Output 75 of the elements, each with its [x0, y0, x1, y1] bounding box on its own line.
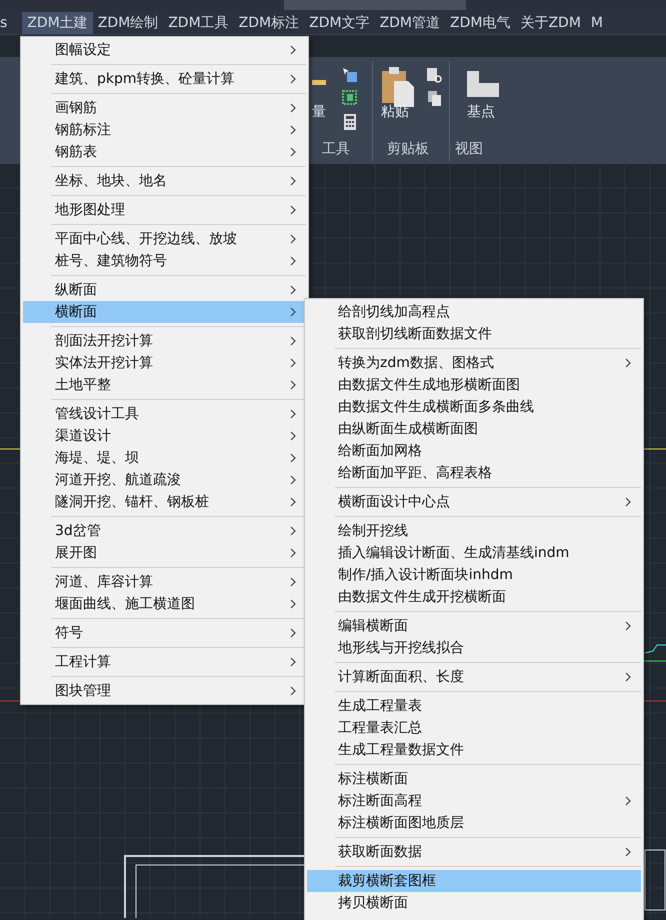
menu-item[interactable]: 编辑横断面: [307, 615, 641, 637]
menu-item[interactable]: 标注横断面: [307, 768, 641, 790]
menu-item[interactable]: 3d岔管: [23, 520, 306, 542]
menu-bar-item[interactable]: ZDM电气: [445, 12, 516, 34]
menu-item[interactable]: 由纵断面生成横断面图: [307, 418, 641, 440]
tool-label[interactable]: 基点: [467, 103, 495, 121]
menu-item[interactable]: 图块管理: [23, 680, 306, 702]
menu-item[interactable]: 生成工程量数据文件: [307, 739, 641, 761]
menu-item[interactable]: 钢筋标注: [23, 119, 306, 141]
menu-item[interactable]: 计算断面面积、长度: [307, 666, 641, 688]
cut-icon[interactable]: [426, 67, 442, 83]
calculator-icon[interactable]: [344, 114, 356, 130]
base-point-icon[interactable]: [467, 71, 499, 97]
menu-item[interactable]: 给断面加网格: [307, 440, 641, 462]
menu-item[interactable]: 桩号、建筑物符号: [23, 250, 306, 272]
menu-item[interactable]: 隧洞开挖、锚杆、钢板桩: [23, 491, 306, 513]
menu-item[interactable]: 地形线与开挖线拟合: [307, 637, 641, 659]
menu-item[interactable]: 横断面设计中心点: [307, 491, 641, 513]
menu-bar-item[interactable]: ZDM土建: [22, 12, 93, 34]
menu-item[interactable]: 制作/插入设计断面块inhdm: [307, 564, 641, 586]
menu-item[interactable]: 裁剪横断套图框: [307, 870, 641, 892]
search-field[interactable]: [284, 0, 466, 10]
menu-item[interactable]: 给断面加平距、高程表格: [307, 462, 641, 484]
menu-item[interactable]: 工程计算: [23, 651, 306, 673]
menu-item[interactable]: 管线设计工具: [23, 403, 306, 425]
grid-select-icon[interactable]: [342, 90, 358, 106]
tool-label[interactable]: 量: [312, 103, 326, 121]
menu-bar-item[interactable]: ZDM绘制: [92, 12, 164, 34]
copy-icon[interactable]: [428, 91, 442, 107]
menu-item[interactable]: 纵断面: [23, 279, 306, 301]
tool-label[interactable]: 粘贴: [381, 103, 409, 121]
menu-item[interactable]: 横断面: [23, 301, 306, 323]
menu-item[interactable]: 画钢筋: [23, 97, 306, 119]
menu-item[interactable]: 平面中心线、开挖边线、放坡: [23, 228, 306, 250]
menu-item[interactable]: 拷贝横断面: [307, 892, 641, 914]
menu-bar-item[interactable]: ZDM工具: [163, 12, 234, 34]
menu-item[interactable]: 钢筋表: [23, 141, 306, 163]
menu-bar-item[interactable]: ZDM管道: [374, 12, 446, 34]
menu-bar-item[interactable]: 关于ZDM: [515, 12, 586, 34]
ruler-icon[interactable]: [312, 78, 326, 86]
menu-item[interactable]: 生成工程量表: [307, 695, 641, 717]
menu-item[interactable]: 符号: [23, 622, 306, 644]
menu-item[interactable]: 实体法开挖计算: [23, 352, 306, 374]
menu-item[interactable]: 由数据文件生成地形横断面图: [307, 374, 641, 396]
menu-item[interactable]: 土地平整: [23, 374, 306, 396]
menu-item[interactable]: 图幅设定: [23, 39, 306, 61]
menu-bar-item[interactable]: ZDM标注: [234, 12, 304, 34]
menu-item[interactable]: 绘制开挖线: [307, 520, 641, 542]
panel-title: 工具: [322, 140, 350, 158]
menu-item[interactable]: 由数据文件生成横断面多条曲线: [307, 396, 641, 418]
menu-item[interactable]: 展开图: [23, 542, 306, 564]
menu-bar-item[interactable]: s: [0, 13, 12, 33]
menu-item[interactable]: 河道、库容计算: [23, 571, 306, 593]
menu-bar-item[interactable]: ZDM文字: [304, 12, 375, 34]
menu-item[interactable]: 坐标、地块、地名: [23, 170, 306, 192]
menu-item[interactable]: 海堤、堤、坝: [23, 447, 306, 469]
menu-bar-item[interactable]: M: [586, 13, 608, 33]
panel-title: 视图: [455, 140, 483, 158]
menu-item[interactable]: 由数据文件生成开挖横断面: [307, 586, 641, 608]
select-icon[interactable]: [342, 67, 358, 83]
menu-item[interactable]: 河道开挖、航道疏浚: [23, 469, 306, 491]
menu-item[interactable]: 获取剖切线断面数据文件: [307, 323, 641, 345]
menu-item[interactable]: 插入编辑设计断面、生成清基线indm: [307, 542, 641, 564]
menu-item[interactable]: 获取断面数据: [307, 841, 641, 863]
menu-item[interactable]: 标注断面高程: [307, 790, 641, 812]
menu-item[interactable]: 给剖切线加高程点: [307, 301, 641, 323]
menu-item[interactable]: 堰面曲线、施工横道图: [23, 593, 306, 615]
menu-item[interactable]: 转换为zdm数据、图格式: [307, 352, 641, 374]
panel-title: 剪贴板: [387, 140, 429, 158]
menu-item[interactable]: 渠道设计: [23, 425, 306, 447]
menu-item[interactable]: 地形图处理: [23, 199, 306, 221]
menu-item[interactable]: 工程量表汇总: [307, 717, 641, 739]
menu-item[interactable]: 剖面法开挖计算: [23, 330, 306, 352]
menu-item[interactable]: 标注横断面图地质层: [307, 812, 641, 834]
menu-item[interactable]: 建筑、pkpm转换、砼量计算: [23, 68, 306, 90]
